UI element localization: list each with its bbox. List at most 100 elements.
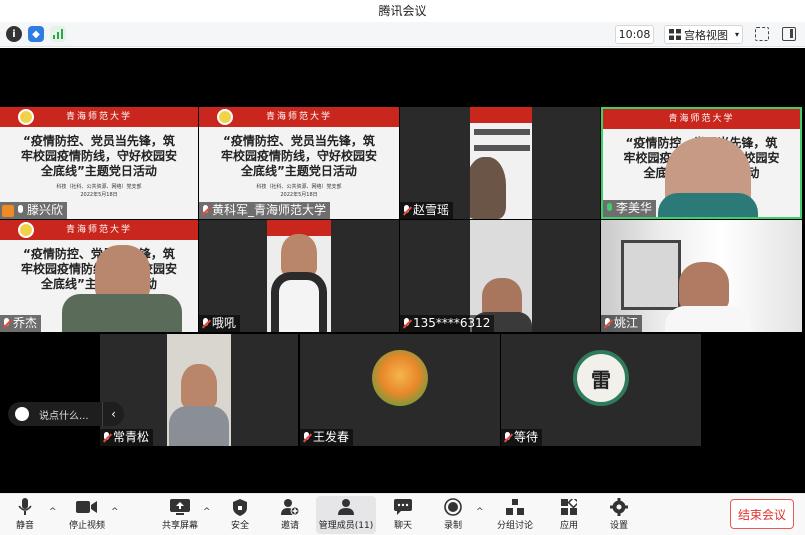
- avatar-text: 雷: [591, 367, 611, 392]
- participant-name: 滕兴欣: [27, 203, 64, 217]
- video-feed: [167, 334, 231, 446]
- person-silhouette: [181, 364, 217, 408]
- chevron-left-icon[interactable]: ‹: [102, 402, 124, 426]
- signal-icon[interactable]: [50, 26, 66, 42]
- record-icon: [444, 496, 462, 518]
- participant-name: 赵雪瑶: [413, 203, 450, 217]
- participant-namebar: 王发春: [300, 429, 354, 446]
- chat-button[interactable]: 聊天: [390, 496, 416, 534]
- shield-icon[interactable]: ◆: [28, 26, 44, 42]
- view-dropdown[interactable]: 宫格视图 ▾: [664, 25, 743, 44]
- mic-muted-icon: [102, 432, 111, 443]
- participant-tile[interactable]: 赵雪瑶: [400, 107, 600, 219]
- participant-name: 常青松: [113, 430, 150, 444]
- participant-tile[interactable]: 青海师范大学 “疫情防控、党员当先锋，筑 牢校园疫情防线，守好校园安 全底线”主…: [0, 107, 198, 219]
- participant-tile[interactable]: 哦吼: [199, 220, 399, 332]
- participant-name: 姚江: [614, 316, 639, 330]
- participant-name: 等待: [514, 430, 539, 444]
- participant-namebar: 哦吼: [199, 315, 241, 332]
- end-meeting-label: 结束会议: [737, 507, 786, 522]
- participant-namebar: 李美华: [603, 200, 657, 217]
- participant-name: 乔杰: [13, 316, 38, 330]
- invite-label: 邀请: [280, 521, 299, 531]
- participant-name: 王发春: [313, 430, 350, 444]
- participant-name: 黄科军_青海师范大学: [212, 203, 327, 217]
- mute-button[interactable]: 静音: [12, 496, 38, 534]
- slide-date: 2022年5月18日: [280, 192, 318, 198]
- bottom-toolbar: 静音 ^ 停止视频 ^ 共享屏幕 ^ 安全 邀请 管理成员(11) 聊天 录制 …: [0, 493, 805, 535]
- quick-chat-input[interactable]: 说点什么... ‹: [8, 402, 124, 426]
- chat-label: 聊天: [393, 521, 412, 531]
- participant-tile-avatar[interactable]: 雷 等待: [501, 334, 701, 446]
- view-label: 宫格视图: [684, 28, 728, 42]
- slide-header-fragment: [470, 107, 532, 123]
- manage-members-button[interactable]: 管理成员(11): [316, 496, 376, 534]
- apps-button[interactable]: 应用: [556, 496, 582, 534]
- chevron-up-icon[interactable]: ^: [203, 507, 211, 517]
- window-title: 腾讯会议: [0, 0, 805, 22]
- gear-icon: [610, 496, 628, 518]
- mic-muted-icon: [201, 318, 210, 329]
- slide-text-fragment: [474, 129, 530, 135]
- mic-active-icon: [605, 203, 614, 214]
- participant-namebar: 常青松: [100, 429, 154, 446]
- info-icon[interactable]: i: [6, 26, 22, 42]
- emoji-icon[interactable]: [15, 407, 29, 421]
- video-camera-icon: [76, 496, 98, 518]
- share-label: 共享屏幕: [161, 521, 198, 531]
- record-label: 录制: [443, 521, 462, 531]
- user-icon: [2, 204, 14, 217]
- security-button[interactable]: 安全: [227, 496, 253, 534]
- members-icon: [338, 496, 354, 518]
- mute-label: 静音: [15, 521, 34, 531]
- security-label: 安全: [230, 521, 249, 531]
- person-clothes: [665, 306, 751, 332]
- slide-subtitle: 科技（社科、公共资源、网络）党支部: [56, 184, 142, 190]
- participant-tile-avatar[interactable]: 王发春: [300, 334, 500, 446]
- chevron-up-icon[interactable]: ^: [111, 507, 119, 517]
- grid-icon: [669, 29, 681, 40]
- settings-label: 设置: [609, 521, 628, 531]
- person-clothes: [62, 294, 182, 332]
- record-button[interactable]: 录制: [440, 496, 466, 534]
- slide-date: 2022年5月18日: [80, 192, 118, 198]
- end-meeting-button[interactable]: 结束会议: [730, 499, 794, 529]
- video-feed: [470, 107, 532, 219]
- stop-video-button[interactable]: 停止视频: [66, 496, 108, 534]
- settings-button[interactable]: 设置: [606, 496, 632, 534]
- participant-tile[interactable]: 青海师范大学 “疫情防控、党员当先锋，筑 牢校园疫情防线，守好校园安 全底线”主…: [0, 220, 198, 332]
- person-clothes: [658, 193, 758, 217]
- stop-video-label: 停止视频: [68, 521, 105, 531]
- slide-subtitle: 科技（社科、公共资源、网络）党支部: [256, 184, 342, 190]
- mic-muted-icon: [2, 318, 11, 329]
- university-logo-icon: [217, 109, 233, 125]
- chevron-up-icon[interactable]: ^: [49, 507, 57, 517]
- fullscreen-icon[interactable]: [755, 27, 769, 41]
- participant-namebar: 135****6312: [400, 315, 495, 332]
- mic-muted-icon: [603, 318, 612, 329]
- timer-text: 10:08: [618, 28, 651, 41]
- university-logo-icon: [18, 222, 34, 238]
- participant-tile-active-speaker[interactable]: 青海师范大学 “疫情防控、党员当先锋，筑 牢校园疫情防线，守好校园安 全底线”主…: [601, 107, 802, 219]
- share-screen-button[interactable]: 共享屏幕: [160, 496, 200, 534]
- chevron-up-icon[interactable]: ^: [476, 507, 484, 517]
- participant-tile[interactable]: 青海师范大学 “疫情防控、党员当先锋，筑 牢校园疫情防线，守好校园安 全底线”主…: [199, 107, 399, 219]
- slide-line: 全底线”主题党日活动: [241, 164, 357, 178]
- invite-button[interactable]: 邀请: [277, 496, 303, 534]
- apps-label: 应用: [559, 521, 578, 531]
- participant-namebar: 等待: [501, 429, 543, 446]
- participant-namebar: 黄科军_青海师范大学: [199, 202, 331, 219]
- participant-tile[interactable]: 姚江: [601, 220, 802, 332]
- members-label: 管理成员(11): [318, 521, 374, 531]
- participant-tile[interactable]: 135****6312: [400, 220, 600, 332]
- mic-muted-icon: [503, 432, 512, 443]
- person-silhouette: [281, 234, 317, 276]
- sidebar-toggle-icon[interactable]: [782, 27, 796, 41]
- person-silhouette: [679, 262, 729, 310]
- microphone-icon: [18, 496, 32, 518]
- chat-bubble-icon: [394, 496, 412, 518]
- breakout-rooms-button[interactable]: 分组讨论: [496, 496, 534, 534]
- person-clothes: [169, 406, 229, 446]
- meeting-timer: 10:08: [615, 25, 654, 44]
- participant-tile[interactable]: 常青松: [100, 334, 298, 446]
